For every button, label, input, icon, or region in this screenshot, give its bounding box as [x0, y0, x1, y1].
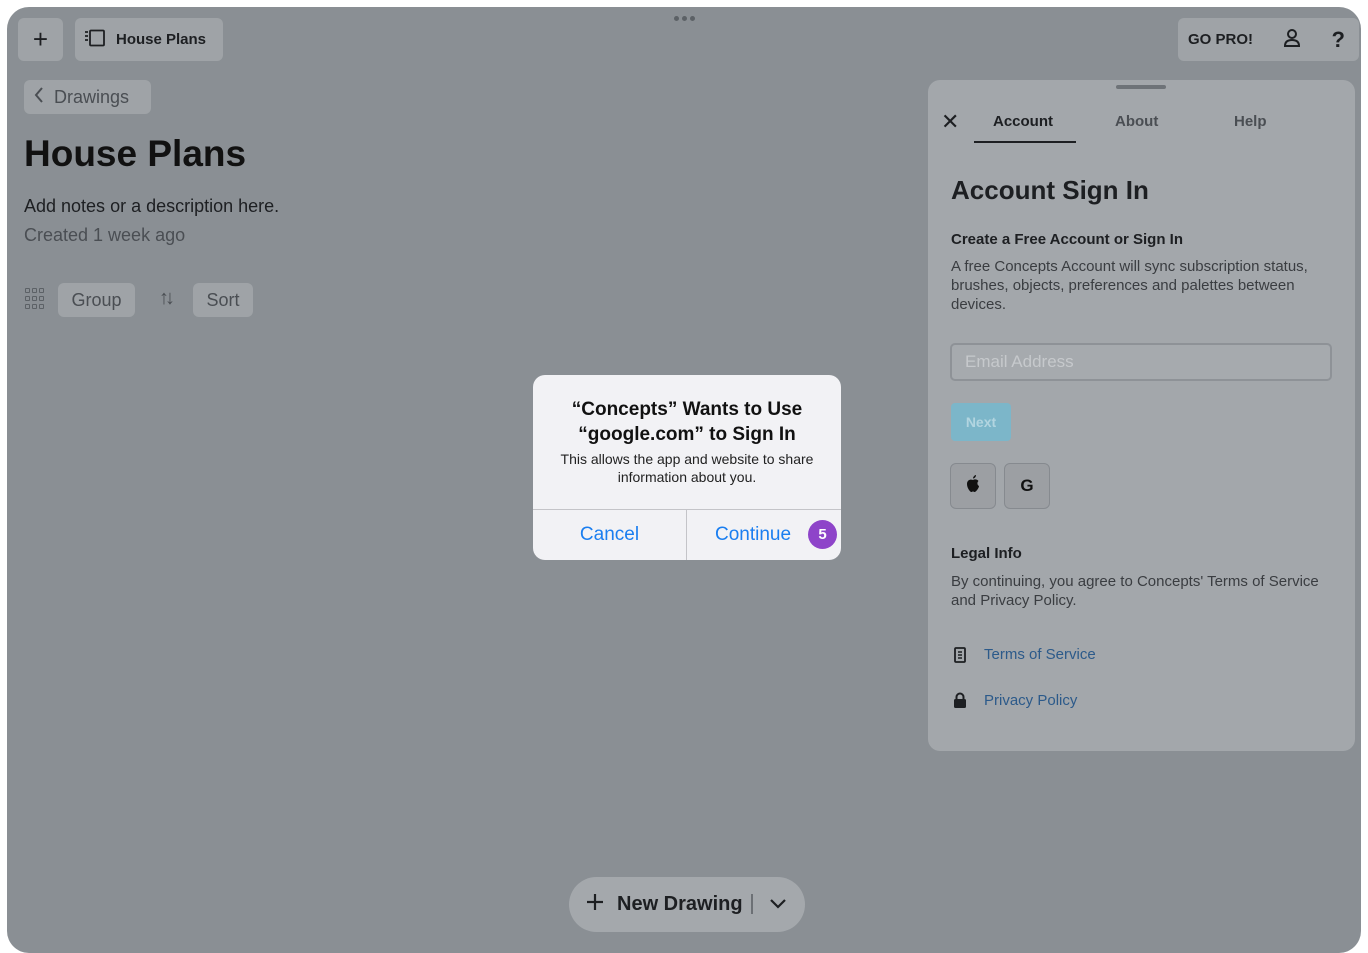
- google-sign-in-button[interactable]: G: [1004, 463, 1050, 509]
- step-badge: 5: [808, 520, 837, 549]
- chevron-left-icon: [34, 86, 44, 108]
- document-title-button[interactable]: House Plans: [75, 18, 223, 61]
- divider: [751, 894, 753, 914]
- sort-arrows-icon[interactable]: ↑↓: [159, 287, 175, 310]
- close-icon[interactable]: ✕: [941, 109, 959, 135]
- panel-description: A free Concepts Account will sync subscr…: [951, 258, 1308, 313]
- app-window: + House Plans GO PRO! ? Drawings House P…: [7, 7, 1361, 953]
- back-label: Drawings: [54, 86, 130, 107]
- next-button[interactable]: Next: [951, 403, 1011, 441]
- panel-title: Account Sign In: [951, 175, 1149, 205]
- plus-icon: [585, 887, 605, 919]
- alert-title: “Concepts” Wants to Use “google.com” to …: [533, 397, 841, 447]
- sort-button[interactable]: Sort: [193, 283, 253, 317]
- legal-info-text: By continuing, you agree to Concepts' Te…: [951, 573, 1319, 609]
- new-drawing-control: New Drawing: [569, 877, 805, 932]
- account-panel: ✕ Account About Help Account Sign In Cre…: [928, 80, 1355, 751]
- tab-help[interactable]: Help: [1234, 113, 1267, 130]
- add-button[interactable]: +: [18, 18, 63, 61]
- document-icon: [951, 646, 969, 663]
- panel-subtitle: Create a Free Account or Sign In: [951, 231, 1183, 248]
- person-icon: [1283, 28, 1301, 52]
- terms-label: Terms of Service: [984, 646, 1096, 663]
- cancel-button[interactable]: Cancel: [533, 509, 686, 560]
- top-right-toolbar: GO PRO! ?: [1178, 18, 1359, 61]
- help-button[interactable]: ?: [1332, 27, 1345, 53]
- back-to-drawings-button[interactable]: Drawings: [24, 80, 151, 114]
- chevron-down-icon[interactable]: [768, 893, 788, 918]
- legal-info-heading: Legal Info: [951, 545, 1022, 562]
- new-drawing-button[interactable]: New Drawing: [617, 893, 743, 916]
- plus-icon: +: [32, 24, 49, 54]
- terms-of-service-link[interactable]: Terms of Service: [951, 646, 1096, 663]
- sign-in-permission-alert: “Concepts” Wants to Use “google.com” to …: [533, 375, 841, 560]
- tab-account[interactable]: Account: [993, 113, 1053, 130]
- account-button[interactable]: [1283, 28, 1301, 52]
- alert-message: This allows the app and website to share…: [560, 451, 814, 485]
- document-icon: [84, 29, 106, 51]
- alert-title-line-1: “Concepts” Wants to Use: [571, 399, 803, 420]
- window-grip-handle[interactable]: [674, 16, 695, 21]
- active-tab-indicator: [974, 141, 1076, 143]
- google-icon: G: [1020, 476, 1034, 495]
- privacy-label: Privacy Policy: [984, 692, 1078, 709]
- continue-label: Continue: [714, 523, 792, 545]
- privacy-policy-link[interactable]: Privacy Policy: [951, 692, 1077, 709]
- tab-about[interactable]: About: [1115, 113, 1158, 130]
- apple-icon: [966, 475, 980, 497]
- alert-title-line-2: “google.com” to Sign In: [578, 424, 796, 445]
- description-text[interactable]: Add notes or a description here.: [24, 196, 279, 217]
- document-title: House Plans: [116, 31, 207, 48]
- apple-sign-in-button[interactable]: [950, 463, 996, 509]
- group-button[interactable]: Group: [58, 283, 135, 317]
- page-title: House Plans: [24, 133, 247, 174]
- created-timestamp: Created 1 week ago: [24, 225, 186, 245]
- email-field[interactable]: [950, 343, 1332, 381]
- lock-icon: [951, 692, 969, 709]
- grid-icon[interactable]: [25, 288, 47, 310]
- go-pro-button[interactable]: GO PRO!: [1188, 31, 1253, 48]
- panel-drag-handle[interactable]: [1116, 85, 1166, 89]
